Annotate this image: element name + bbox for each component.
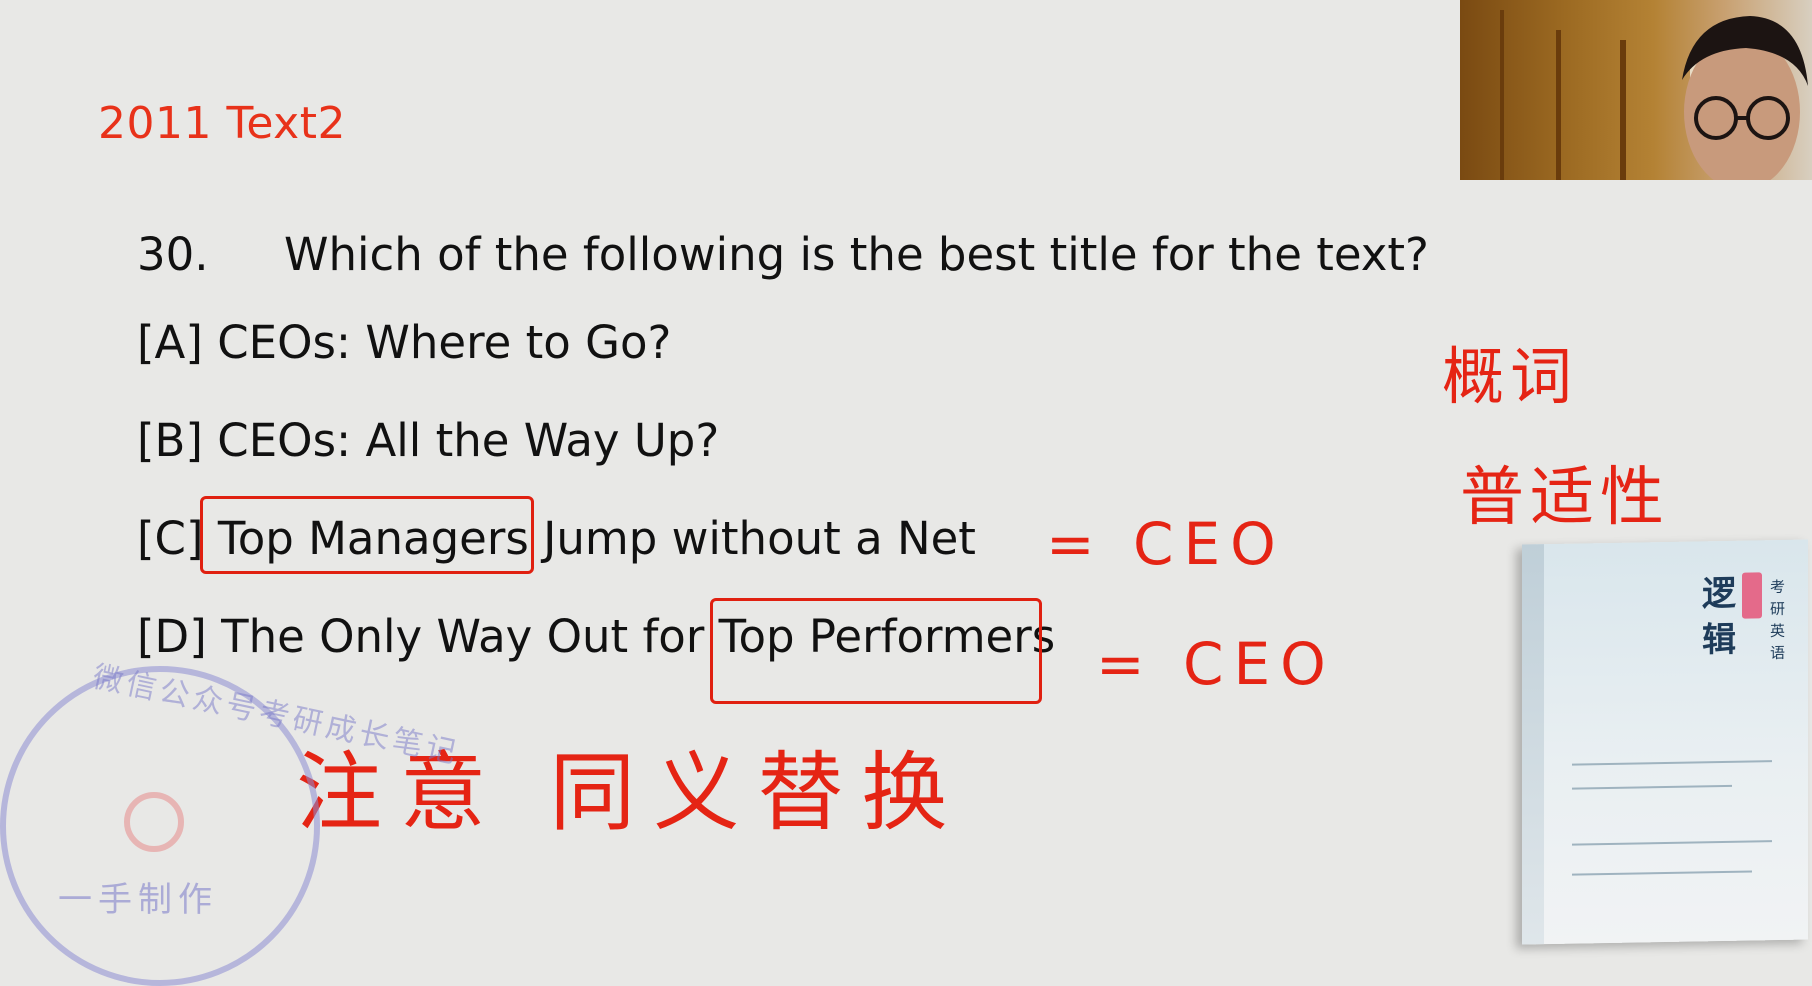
watermark-bottom-text: 一手制作 — [58, 880, 218, 920]
book-cover-image: 逻辑 考研英语 — [1522, 539, 1808, 945]
annotation-eq-ceo-c: = CEO — [1046, 510, 1286, 578]
watermark-stamp-center — [124, 792, 184, 852]
highlight-box-top-managers — [200, 496, 534, 574]
webcam-video — [1460, 0, 1812, 180]
question-text: Which of the following is the best title… — [284, 228, 1429, 281]
option-b-label: [B] — [137, 414, 203, 467]
book-rule — [1572, 870, 1752, 876]
annotation-note-general-word: 概词 — [1442, 340, 1579, 413]
book-title: 逻辑 — [1702, 573, 1736, 661]
option-b-text: CEOs: All the Way Up? — [217, 414, 720, 467]
book-badge — [1742, 572, 1762, 619]
presenter-image — [1500, 10, 1808, 180]
option-a: [A] CEOs: Where to Go? — [137, 316, 671, 369]
option-c-label: [C] — [137, 512, 204, 565]
highlight-box-top-performers — [710, 598, 1042, 704]
option-a-text: CEOs: Where to Go? — [217, 316, 672, 369]
book-side-text: 考研英语 — [1770, 577, 1786, 663]
option-b: [B] CEOs: All the Way Up? — [137, 414, 719, 467]
option-a-label: [A] — [137, 316, 203, 369]
annotation-note-universal: 普适性 — [1460, 461, 1670, 535]
annotation-eq-ceo-d: = CEO — [1096, 630, 1336, 698]
book-rule — [1572, 760, 1772, 766]
slide-title: 2011 Text2 — [98, 98, 346, 149]
question-number: 30. — [137, 228, 209, 281]
book-spine — [1522, 544, 1544, 945]
option-d-label: [D] — [137, 610, 207, 663]
book-rule — [1572, 840, 1772, 846]
book-rule — [1572, 784, 1732, 790]
